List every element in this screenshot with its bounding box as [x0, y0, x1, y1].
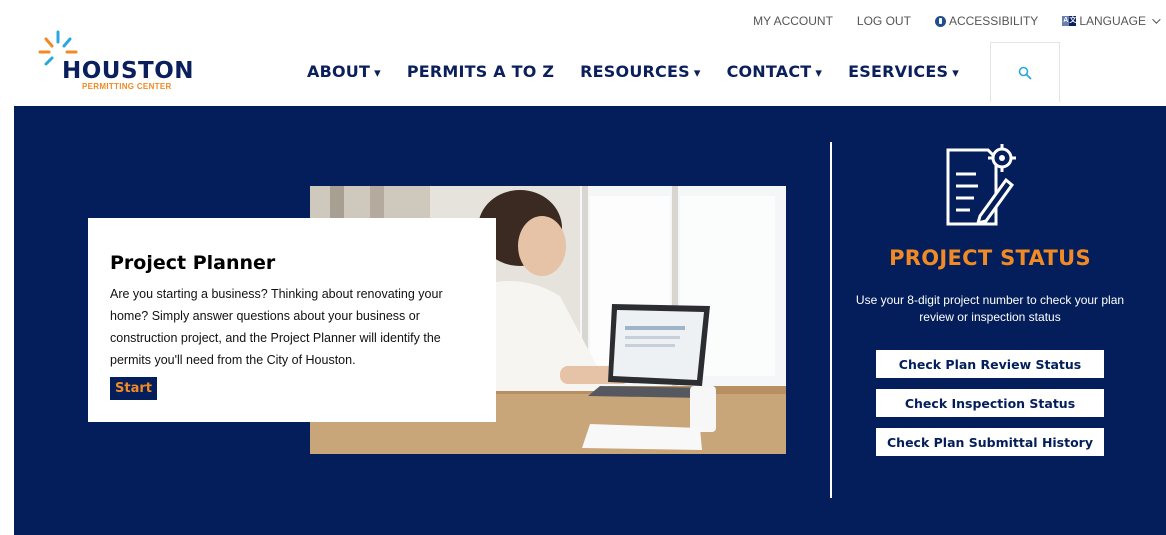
nav-permits-a-to-z[interactable]: PERMITS A TO Z: [407, 62, 554, 81]
caret-icon: ▾: [815, 66, 823, 81]
check-plan-review-status-button[interactable]: Check Plan Review Status: [876, 350, 1104, 378]
chevron-down-icon: [1152, 15, 1161, 24]
project-planner-card: Project Planner Are you starting a busin…: [88, 218, 496, 422]
accessibility-icon: [934, 15, 946, 27]
caret-icon: ▾: [952, 66, 959, 81]
nav-contact[interactable]: CONTACT ▾: [727, 62, 823, 81]
utility-nav: MY ACCOUNT LOG OUT ACCESSIBILITY A文 LANG…: [753, 14, 1166, 28]
hero-section: Project Planner Are you starting a busin…: [14, 106, 1166, 535]
planner-start-button[interactable]: Start: [110, 377, 157, 400]
my-account-link[interactable]: MY ACCOUNT: [753, 14, 833, 28]
project-status-title: PROJECT STATUS: [889, 246, 1091, 270]
language-label: LANGUAGE: [1079, 14, 1146, 28]
document-gear-icon: [946, 144, 1016, 226]
page-root: MY ACCOUNT LOG OUT ACCESSIBILITY A文 LANG…: [0, 0, 1166, 535]
houston-permitting-logo[interactable]: HOUSTON PERMITTING CENTER: [38, 30, 194, 92]
nav-eservices[interactable]: ESERVICES ▾: [848, 62, 959, 81]
logo-subtitle: PERMITTING CENTER: [82, 82, 172, 91]
check-plan-submittal-history-button[interactable]: Check Plan Submittal History: [876, 428, 1104, 456]
accessibility-link[interactable]: ACCESSIBILITY: [934, 14, 1039, 28]
nav-resources[interactable]: RESOURCES ▾: [580, 62, 700, 81]
planner-title: Project Planner: [110, 252, 276, 274]
planner-description: Are you starting a business? Thinking ab…: [110, 287, 443, 367]
nav-about[interactable]: ABOUT ▾: [307, 62, 381, 81]
logo-name: HOUSTON: [62, 58, 195, 84]
caret-icon: ▾: [374, 66, 381, 81]
check-inspection-status-button[interactable]: Check Inspection Status: [876, 389, 1104, 417]
log-out-link[interactable]: LOG OUT: [857, 14, 911, 28]
language-selector[interactable]: A文 LANGUAGE: [1062, 14, 1161, 28]
project-status-description: Use your 8-digit project number to check…: [855, 293, 1125, 324]
caret-icon: ▾: [693, 66, 701, 81]
main-nav: ABOUT ▾ PERMITS A TO Z RESOURCES ▾ CONTACT…: [307, 62, 985, 81]
language-icon: A文: [1062, 16, 1077, 26]
search-icon: [1018, 66, 1032, 79]
site-header: MY ACCOUNT LOG OUT ACCESSIBILITY A文 LANG…: [0, 0, 1166, 106]
vertical-divider: [830, 142, 832, 498]
accessibility-label: ACCESSIBILITY: [948, 14, 1039, 28]
search-button[interactable]: [990, 42, 1060, 102]
